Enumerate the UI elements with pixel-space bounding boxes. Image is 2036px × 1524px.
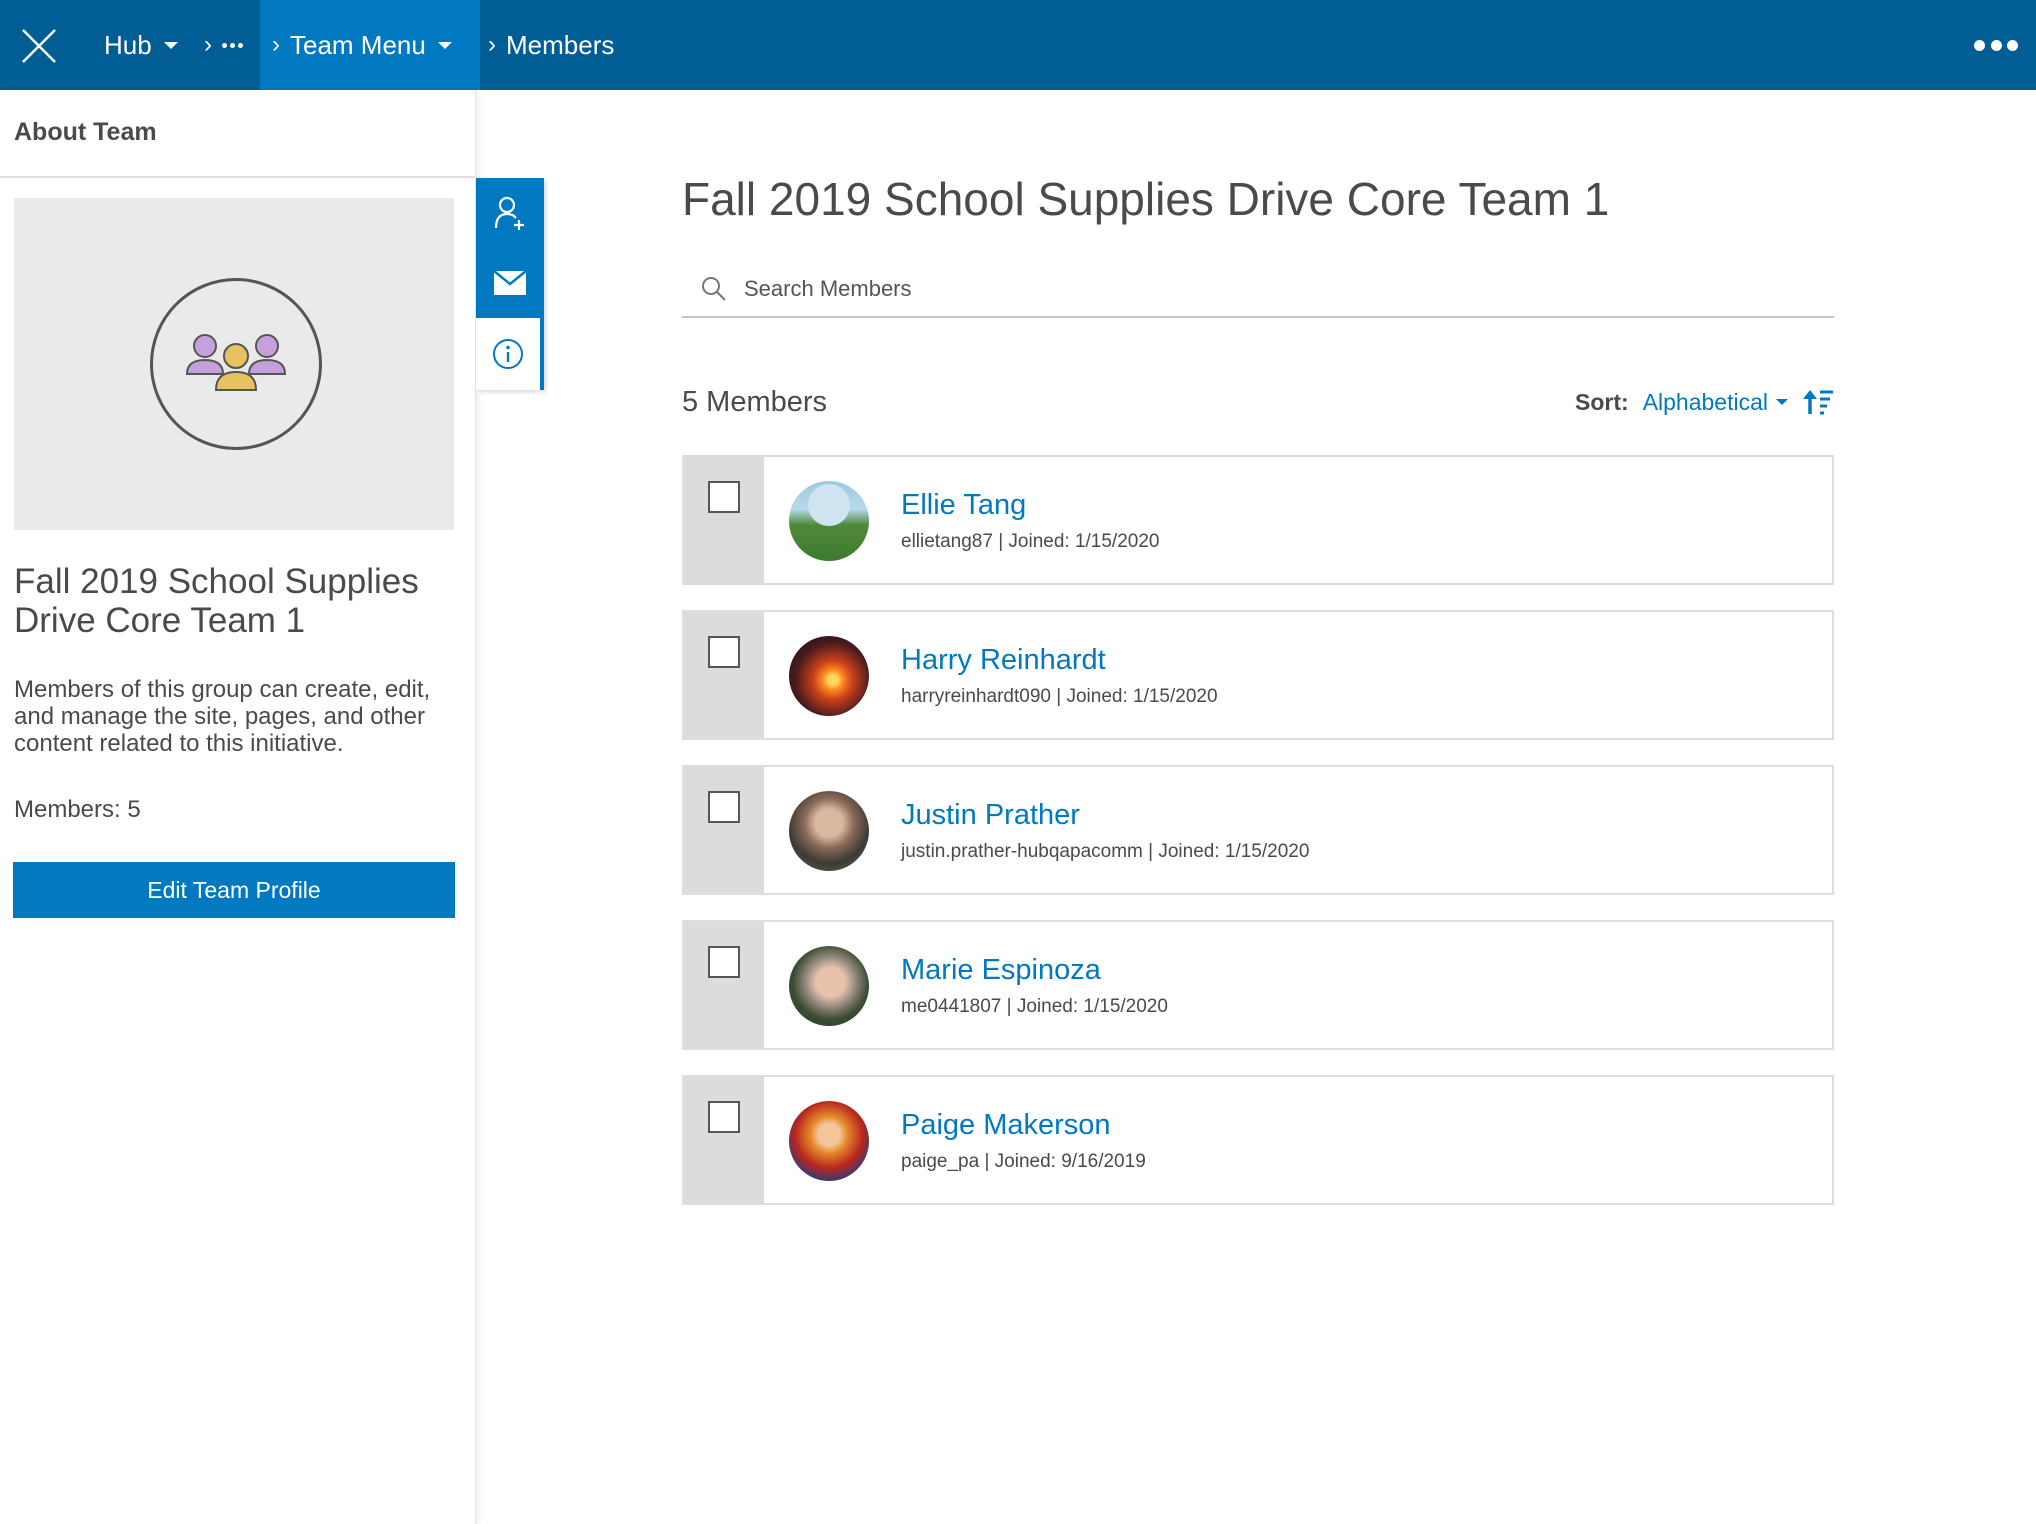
chevron-right-icon: › xyxy=(204,31,212,58)
member-select-checkbox[interactable] xyxy=(708,1101,740,1133)
breadcrumb-overflow[interactable]: › xyxy=(204,0,243,90)
team-icon-circle xyxy=(150,278,322,450)
more-dot xyxy=(1990,39,2002,51)
member-select-checkbox[interactable] xyxy=(708,481,740,513)
sidebar-header: About Team xyxy=(0,90,475,178)
ellipsis-icon xyxy=(222,42,243,48)
more-dot xyxy=(2007,39,2018,51)
add-member-button[interactable] xyxy=(476,178,544,248)
member-name-link[interactable]: Ellie Tang xyxy=(901,489,1026,522)
page-title: Fall 2019 School Supplies Drive Core Tea… xyxy=(682,173,1610,225)
members-count: 5 Members xyxy=(682,386,828,418)
member-row: Marie Espinoza me0441807 | Joined: 1/15/… xyxy=(682,920,1834,1050)
select-column xyxy=(684,1077,764,1203)
chevron-down-icon xyxy=(1776,399,1788,405)
select-column xyxy=(684,612,764,738)
member-row: Paige Makerson paige_pa | Joined: 9/16/2… xyxy=(682,1075,1834,1205)
chevron-right-icon: › xyxy=(488,31,496,58)
breadcrumb-hub[interactable]: Hub xyxy=(104,0,178,90)
top-navigation-bar: Hub › › Team Menu › Members xyxy=(0,0,2036,90)
team-member-count: Members: 5 xyxy=(14,796,141,823)
add-member-icon xyxy=(494,196,524,230)
member-name-link[interactable]: Justin Prather xyxy=(901,799,1080,832)
info-icon xyxy=(493,339,523,369)
search-input[interactable] xyxy=(744,276,1824,302)
avatar xyxy=(789,791,869,871)
team-info-button[interactable] xyxy=(476,318,544,390)
sort-direction-button[interactable] xyxy=(1802,386,1834,418)
chevron-down-icon xyxy=(437,41,452,49)
more-options-button[interactable] xyxy=(1974,28,2018,62)
chevron-right-icon: › xyxy=(272,31,280,58)
breadcrumb-members: › Members xyxy=(488,0,614,90)
member-name-link[interactable]: Marie Espinoza xyxy=(901,954,1101,987)
member-row: Justin Prather justin.prather-hubqapacom… xyxy=(682,765,1834,895)
member-select-checkbox[interactable] xyxy=(708,791,740,823)
mail-icon xyxy=(493,270,527,295)
team-description: Members of this group can create, edit, … xyxy=(14,676,431,757)
close-button[interactable] xyxy=(12,22,66,70)
avatar xyxy=(789,636,869,716)
select-column xyxy=(684,767,764,893)
member-list: Ellie Tang ellietang87 | Joined: 1/15/20… xyxy=(682,455,1834,1230)
member-meta: harryreinhardt090 | Joined: 1/15/2020 xyxy=(901,686,1218,707)
sort-ascending-icon xyxy=(1803,390,1833,415)
member-meta: justin.prather-hubqapacomm | Joined: 1/1… xyxy=(901,841,1310,862)
close-icon xyxy=(22,29,56,63)
member-meta: me0441807 | Joined: 1/15/2020 xyxy=(901,996,1168,1017)
member-select-checkbox[interactable] xyxy=(708,636,740,668)
avatar xyxy=(789,946,869,1026)
more-dot xyxy=(1974,39,1985,51)
member-name-link[interactable]: Harry Reinhardt xyxy=(901,644,1106,677)
member-row: Harry Reinhardt harryreinhardt090 | Join… xyxy=(682,610,1834,740)
email-members-button[interactable] xyxy=(476,248,544,318)
avatar xyxy=(789,481,869,561)
breadcrumb-members-label: Members xyxy=(506,29,615,60)
member-row: Ellie Tang ellietang87 | Joined: 1/15/20… xyxy=(682,455,1834,585)
member-meta: paige_pa | Joined: 9/16/2019 xyxy=(901,1151,1146,1172)
sort-dropdown[interactable]: Alphabetical xyxy=(1643,389,1788,416)
breadcrumb-team-menu-label: Team Menu xyxy=(290,29,426,60)
breadcrumb-team-menu[interactable]: › Team Menu xyxy=(260,0,480,90)
member-meta: ellietang87 | Joined: 1/15/2020 xyxy=(901,531,1160,552)
select-column xyxy=(684,922,764,1048)
sort-label: Sort: xyxy=(1575,388,1629,415)
member-search-bar xyxy=(682,262,1834,318)
search-icon xyxy=(690,265,738,313)
breadcrumb-hub-label: Hub xyxy=(104,29,152,60)
member-name-link[interactable]: Paige Makerson xyxy=(901,1109,1111,1142)
group-icon xyxy=(185,334,287,391)
sort-value: Alphabetical xyxy=(1642,388,1768,415)
sort-controls: Sort: Alphabetical xyxy=(1575,386,1834,418)
chevron-down-icon xyxy=(163,41,178,49)
select-column xyxy=(684,457,764,583)
team-title: Fall 2019 School Supplies Drive Core Tea… xyxy=(14,562,419,640)
edit-team-profile-button[interactable]: Edit Team Profile xyxy=(13,862,455,918)
about-team-sidebar: About Team Fall 2019 School Supplies Dri… xyxy=(0,90,476,1524)
avatar xyxy=(789,1101,869,1181)
member-select-checkbox[interactable] xyxy=(708,946,740,978)
team-thumbnail xyxy=(14,198,454,530)
action-rail xyxy=(476,178,544,390)
